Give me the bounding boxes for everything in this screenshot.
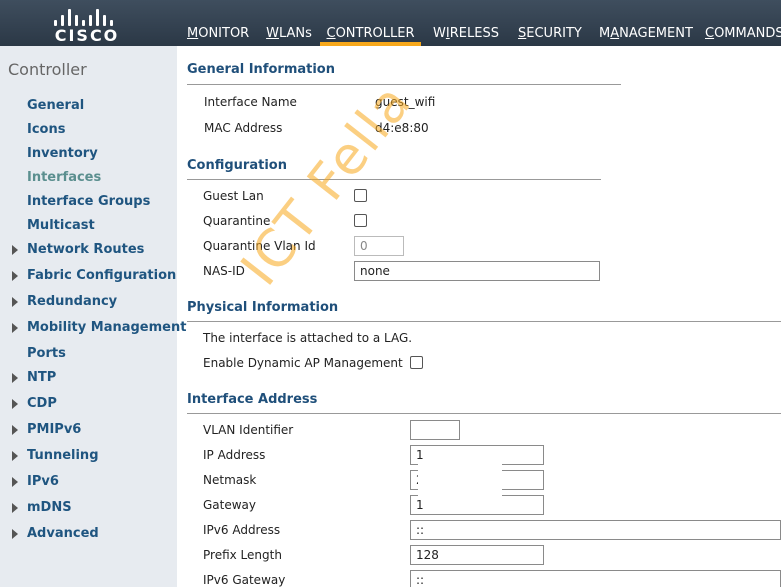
sidebar-item-multicast[interactable]: Multicast (27, 218, 95, 233)
sidebar-item-advanced[interactable]: Advanced (12, 526, 99, 541)
ipv6-gateway-label: IPv6 Gateway (203, 573, 286, 587)
expand-arrow-icon[interactable] (12, 477, 18, 487)
expand-arrow-icon[interactable] (12, 271, 18, 281)
configuration-title: Configuration (187, 158, 287, 173)
expand-arrow-icon[interactable] (12, 529, 18, 539)
sidebar-item-ntp[interactable]: NTP (12, 370, 56, 385)
dynamic-ap-management-label: Enable Dynamic AP Management (203, 356, 403, 370)
tab-commands[interactable]: COMMANDS (705, 0, 781, 46)
cisco-logo: CISCO (48, 4, 126, 45)
section-divider (187, 84, 621, 85)
section-divider (187, 179, 601, 180)
mac-address-value: d4:e8:80 (375, 121, 429, 135)
expand-arrow-icon[interactable] (12, 425, 18, 435)
cisco-logo-text: CISCO (54, 26, 120, 45)
tab-wireless[interactable]: WIRELESS (433, 0, 499, 46)
physical-information-title: Physical Information (187, 300, 339, 315)
cisco-logo-bars-icon (54, 6, 120, 26)
expand-arrow-icon[interactable] (12, 399, 18, 409)
general-information-title: General Information (187, 62, 335, 77)
sidebar-item-redundancy[interactable]: Redundancy (12, 294, 117, 309)
tab-wlans[interactable]: WLANs (266, 0, 312, 46)
section-divider (187, 321, 781, 322)
ipv6-gateway-input[interactable]: :: (410, 570, 781, 587)
prefix-length-input[interactable]: 128 (410, 545, 544, 565)
tab-security[interactable]: SECURITY (518, 0, 582, 46)
sidebar-item-interfaces[interactable]: Interfaces (27, 170, 101, 185)
sidebar-item-cdp[interactable]: CDP (12, 396, 57, 411)
ipv6-address-input[interactable]: :: (410, 520, 781, 540)
nas-id-label: NAS-ID (203, 264, 245, 278)
vlan-identifier-input[interactable] (410, 420, 460, 440)
interface-name-label: Interface Name (204, 95, 297, 109)
sidebar-item-network-routes[interactable]: Network Routes (12, 242, 144, 257)
redaction-mask (418, 460, 502, 500)
expand-arrow-icon[interactable] (12, 503, 18, 513)
mac-address-label: MAC Address (204, 121, 283, 135)
main-content: General Information Interface Name guest… (177, 46, 781, 587)
section-divider (187, 413, 781, 414)
quarantine-vlan-id-input[interactable]: 0 (354, 236, 404, 256)
vlan-identifier-label: VLAN Identifier (203, 423, 294, 437)
expand-arrow-icon[interactable] (12, 323, 18, 333)
nas-id-input[interactable]: none (354, 261, 600, 281)
sidebar-item-fabric-configuration[interactable]: Fabric Configuration (12, 268, 176, 283)
tab-monitor[interactable]: MONITOR (187, 0, 249, 46)
sidebar-item-pmipv6[interactable]: PMIPv6 (12, 422, 81, 437)
sidebar-item-general[interactable]: General (27, 98, 84, 113)
lag-attached-text: The interface is attached to a LAG. (203, 331, 413, 345)
sidebar-item-inventory[interactable]: Inventory (27, 146, 98, 161)
sidebar-item-ipv6[interactable]: IPv6 (12, 474, 59, 489)
quarantine-label: Quarantine (203, 214, 271, 228)
expand-arrow-icon[interactable] (12, 297, 18, 307)
prefix-length-label: Prefix Length (203, 548, 282, 562)
sidebar-item-ports[interactable]: Ports (27, 346, 66, 361)
ipv6-address-label: IPv6 Address (203, 523, 281, 537)
tab-management[interactable]: MANAGEMENT (599, 0, 693, 46)
dynamic-ap-management-checkbox[interactable] (410, 356, 423, 369)
sidebar-item-tunneling[interactable]: Tunneling (12, 448, 99, 463)
quarantine-vlan-id-label: Quarantine Vlan Id (203, 239, 316, 253)
sidebar-item-mdns[interactable]: mDNS (12, 500, 72, 515)
expand-arrow-icon[interactable] (12, 245, 18, 255)
sidebar-title: Controller (8, 60, 87, 79)
sidebar-item-interface-groups[interactable]: Interface Groups (27, 194, 150, 209)
netmask-label: Netmask (203, 473, 257, 487)
top-header: CISCO MONITOR WLANs CONTROLLER WIRELESS … (0, 0, 781, 46)
interface-name-value: guest_wifi (375, 95, 436, 109)
guest-lan-checkbox[interactable] (354, 189, 367, 202)
quarantine-checkbox[interactable] (354, 214, 367, 227)
sidebar-item-icons[interactable]: Icons (27, 122, 65, 137)
gateway-label: Gateway (203, 498, 257, 512)
sidebar-item-mobility-management[interactable]: Mobility Management (12, 320, 186, 335)
interface-address-title: Interface Address (187, 392, 318, 407)
tab-controller[interactable]: CONTROLLER (320, 0, 421, 46)
expand-arrow-icon[interactable] (12, 373, 18, 383)
expand-arrow-icon[interactable] (12, 451, 18, 461)
ip-address-label: IP Address (203, 448, 266, 462)
guest-lan-label: Guest Lan (203, 189, 264, 203)
sidebar: Controller General Icons Inventory Inter… (0, 46, 186, 587)
